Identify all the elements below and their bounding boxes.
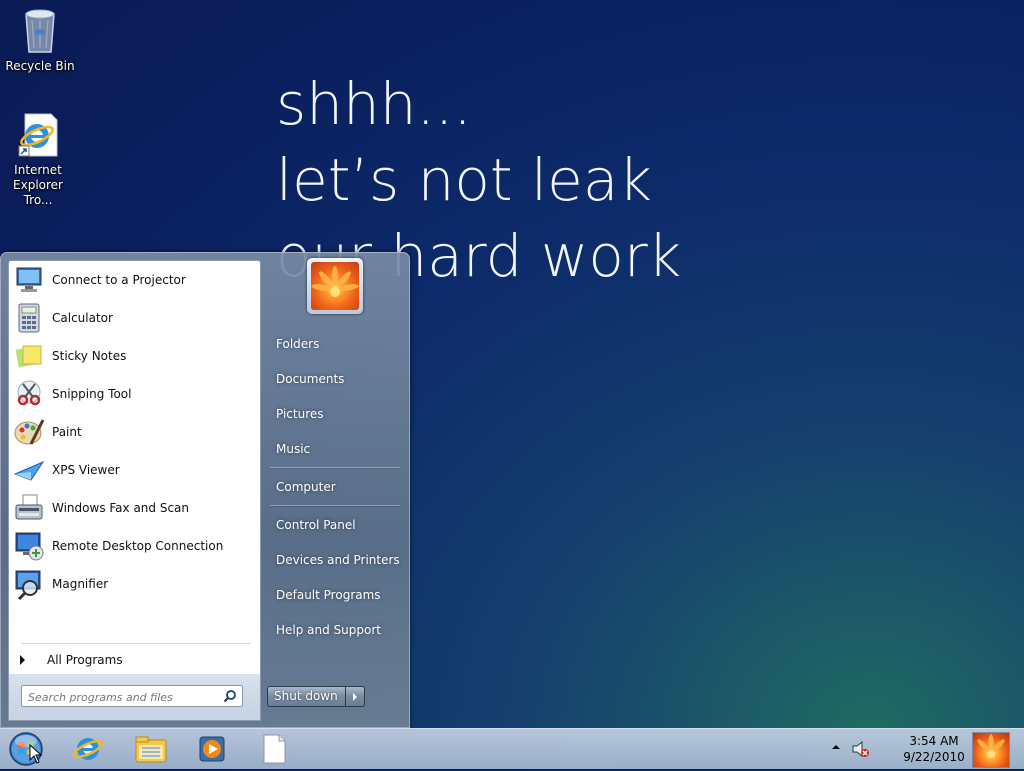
program-label: Calculator [52, 311, 113, 325]
internet-explorer-shortcut-icon [18, 113, 58, 157]
program-label: Windows Fax and Scan [52, 501, 190, 515]
recycle-bin-icon [25, 9, 55, 53]
flower-thumbnail-icon [977, 734, 1005, 758]
program-label: Snipping Tool [52, 387, 132, 401]
start-link-control-panel[interactable]: Control Panel [266, 510, 402, 540]
program-item-snipping-tool[interactable]: Snipping Tool [11, 376, 257, 412]
taskbar-document[interactable] [250, 731, 298, 767]
start-link-music[interactable]: Music [266, 434, 402, 464]
start-link-documents[interactable]: Documents [266, 364, 402, 394]
program-item-fax-scan[interactable]: Windows Fax and Scan [11, 490, 257, 526]
volume-muted-icon[interactable] [851, 740, 869, 758]
internet-explorer-icon [72, 738, 104, 760]
clock-date: 9/22/2010 [903, 750, 965, 764]
clock-time: 3:54 AM [909, 734, 959, 748]
search-icon[interactable] [223, 689, 237, 703]
taskbar-media-player[interactable] [188, 731, 236, 767]
start-link-help-support[interactable]: Help and Support [266, 615, 402, 645]
program-label: Paint [52, 425, 82, 439]
scissors-icon [13, 378, 45, 410]
program-item-calculator[interactable]: Calculator [11, 300, 257, 336]
desktop-icon-internet-explorer[interactable]: Internet Explorer Tro... [0, 112, 78, 208]
programs-separator [21, 643, 251, 644]
taskbar-internet-explorer[interactable] [64, 731, 112, 767]
remote-desktop-icon [13, 530, 45, 562]
link-label: Help and Support [276, 623, 381, 637]
link-label: Computer [276, 480, 336, 494]
expand-arrow-icon [20, 655, 25, 665]
link-label: Control Panel [276, 518, 356, 532]
start-link-default-programs[interactable]: Default Programs [266, 580, 402, 610]
calculator-icon [13, 302, 45, 334]
program-label: XPS Viewer [52, 463, 120, 477]
program-label: Sticky Notes [52, 349, 127, 363]
sticky-notes-icon [13, 340, 45, 372]
link-label: Pictures [276, 407, 324, 421]
start-link-devices-printers[interactable]: Devices and Printers [266, 545, 402, 575]
media-player-icon [199, 736, 225, 762]
taskbar-windows-explorer[interactable] [127, 731, 175, 767]
show-hidden-icons-icon[interactable] [831, 742, 841, 752]
all-programs-label: All Programs [47, 653, 123, 667]
link-label: Music [276, 442, 311, 456]
desktop-icon-label-line-2: Explorer Tro... [13, 178, 63, 207]
xps-viewer-icon [13, 454, 45, 486]
desktop-icon-label-line-1: Internet [14, 163, 62, 177]
program-label: Magnifier [52, 577, 109, 591]
start-link-computer[interactable]: Computer [266, 472, 402, 502]
shutdown-control: Shut down [267, 686, 365, 707]
right-separator-2 [270, 505, 400, 506]
search-input[interactable] [28, 688, 218, 707]
search-box[interactable] [21, 685, 243, 707]
all-programs-button[interactable]: All Programs [11, 649, 257, 671]
program-item-sticky-notes[interactable]: Sticky Notes [11, 338, 257, 374]
taskbar-clock[interactable]: 3:54 AM 9/22/2010 [896, 733, 972, 765]
program-item-paint[interactable]: Paint [11, 414, 257, 450]
wallpaper-line-2: let’s not leak [276, 146, 652, 214]
show-desktop-button[interactable] [972, 732, 1010, 768]
desktop-icon-label: Recycle Bin [5, 59, 75, 73]
link-label: Folders [276, 337, 320, 351]
link-label: Devices and Printers [276, 553, 400, 567]
paint-palette-icon [13, 416, 45, 448]
program-item-xps-viewer[interactable]: XPS Viewer [11, 452, 257, 488]
blank-document-icon [263, 734, 286, 764]
program-label: Remote Desktop Connection [52, 539, 224, 553]
arrow-right-icon [353, 692, 357, 701]
start-menu-programs-pane: Connect to a Projector Calculator Sticky… [8, 260, 261, 675]
user-avatar[interactable] [307, 258, 363, 314]
start-link-pictures[interactable]: Pictures [266, 399, 402, 429]
start-search-area [8, 674, 261, 721]
flower-picture [311, 262, 359, 310]
link-label: Documents [276, 372, 345, 386]
program-item-magnifier[interactable]: Magnifier [11, 566, 257, 602]
program-item-connect-projector[interactable]: Connect to a Projector [11, 262, 257, 298]
shutdown-button[interactable]: Shut down [267, 686, 346, 707]
shutdown-options-button[interactable] [346, 686, 365, 707]
projector-icon [13, 264, 45, 296]
program-item-remote-desktop[interactable]: Remote Desktop Connection [11, 528, 257, 564]
start-link-folders[interactable]: Folders [266, 329, 402, 359]
program-label: Connect to a Projector [52, 273, 186, 287]
desktop-icon-recycle-bin[interactable]: Recycle Bin [0, 6, 80, 74]
link-label: Default Programs [276, 588, 381, 602]
windows-explorer-icon [135, 736, 167, 763]
wallpaper-line-1: shhh... [276, 70, 472, 138]
fax-icon [13, 492, 45, 524]
right-separator-1 [270, 467, 400, 468]
mouse-cursor-icon [29, 744, 43, 764]
magnifier-icon [13, 568, 45, 601]
